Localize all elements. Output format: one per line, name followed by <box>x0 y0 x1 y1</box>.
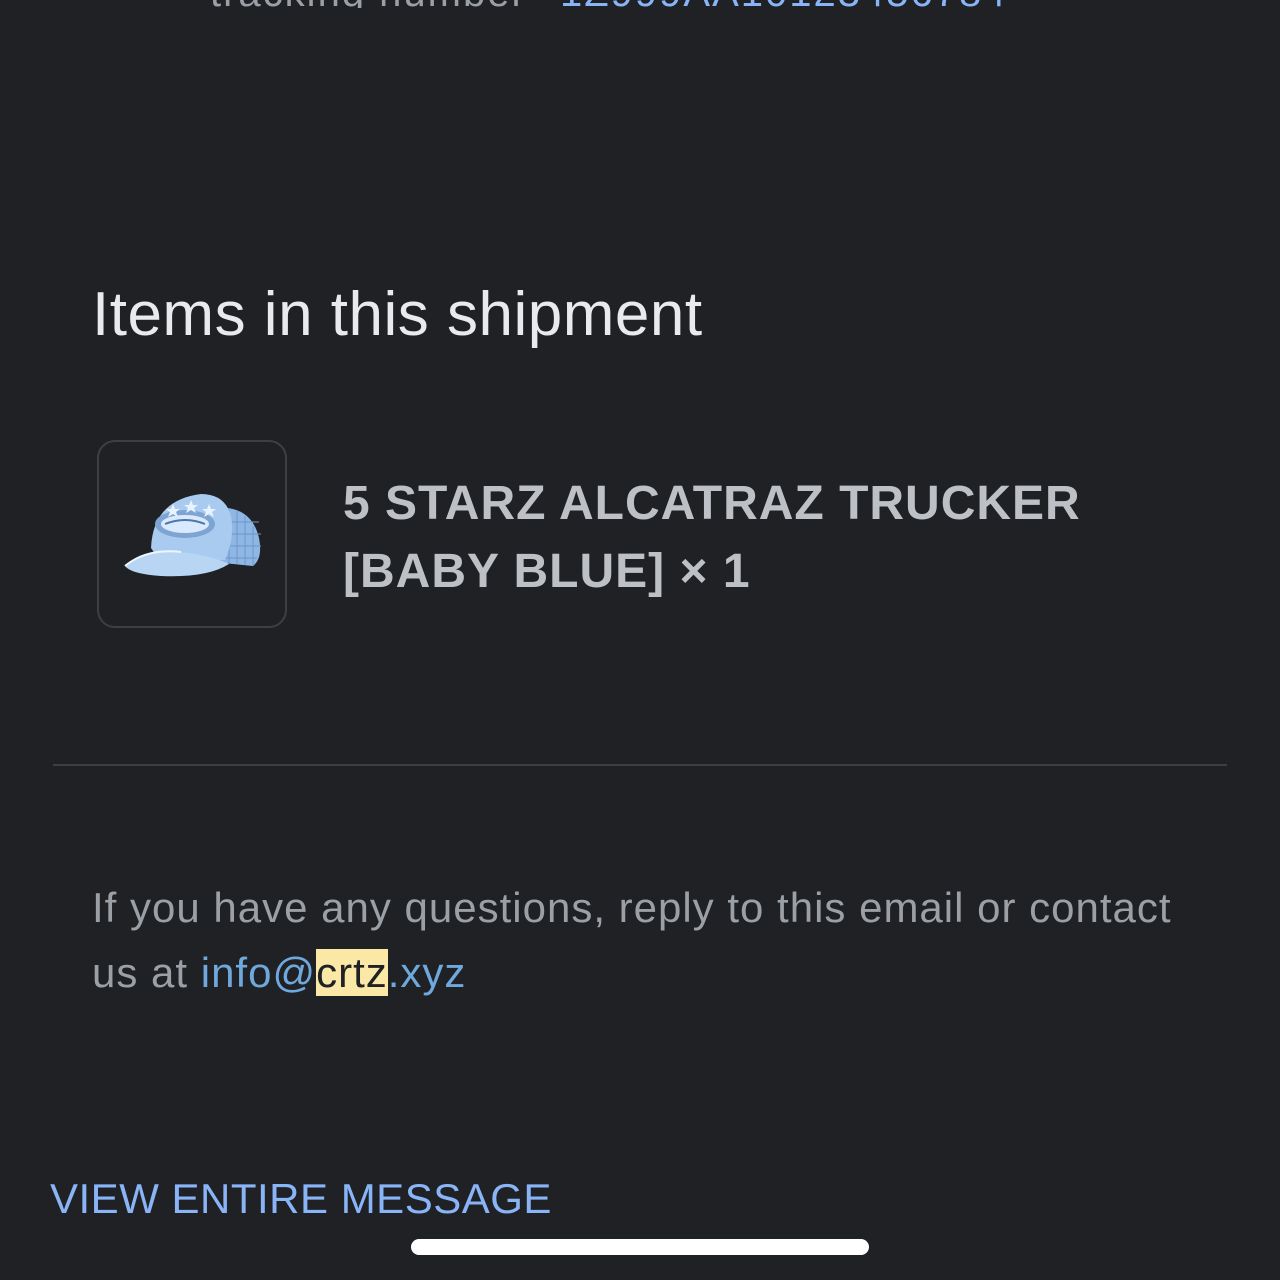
help-text: If you have any questions, reply to this… <box>92 875 1192 1005</box>
trucker-hat-icon <box>124 494 261 577</box>
view-entire-message-button[interactable]: VIEW ENTIRE MESSAGE <box>50 1172 552 1226</box>
divider <box>53 764 1227 766</box>
item-thumbnail[interactable] <box>97 440 287 628</box>
cut-off-link[interactable]: 1Z999AA10123456784 <box>560 0 1007 8</box>
home-indicator[interactable] <box>411 1239 869 1255</box>
contact-email-link[interactable]: info@crtz.xyz <box>201 949 467 996</box>
partially-visible-line: tracking number 1Z999AA10123456784 <box>0 0 1280 8</box>
section-title: Items in this shipment <box>92 280 703 349</box>
item-name: 5 STARZ ALCATRAZ TRUCKER [BABY BLUE] × 1 <box>343 477 1081 598</box>
search-highlight: crtz <box>316 949 388 996</box>
cut-off-text: tracking number <box>210 0 527 8</box>
